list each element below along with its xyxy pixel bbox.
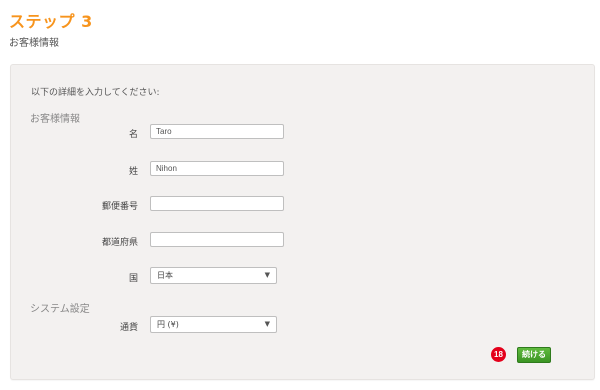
first-name-field[interactable] bbox=[150, 124, 284, 139]
system-settings-heading: システム設定 bbox=[30, 304, 90, 315]
country-selected-value: 日本 bbox=[157, 271, 173, 280]
last-name-field[interactable] bbox=[150, 161, 284, 176]
chevron-down-icon: ▼ bbox=[264, 271, 270, 279]
prefecture-field[interactable] bbox=[150, 232, 284, 247]
currency-label: 通貨 bbox=[119, 323, 138, 333]
currency-select[interactable]: 円 (¥) ▼ bbox=[150, 316, 277, 333]
page-subtitle: お客様情報 bbox=[9, 38, 59, 49]
last-name-label: 姓 bbox=[128, 167, 138, 177]
customer-form-panel: 以下の詳細を入力してください: お客様情報 名 姓 郵便番号 都道府県 国 日本… bbox=[10, 64, 595, 380]
postal-code-label: 郵便番号 bbox=[101, 202, 138, 212]
country-select[interactable]: 日本 ▼ bbox=[150, 267, 277, 284]
postal-code-field[interactable] bbox=[150, 196, 284, 211]
country-label: 国 bbox=[128, 274, 138, 284]
currency-selected-value: 円 (¥) bbox=[157, 320, 179, 329]
continue-button[interactable]: 続ける bbox=[517, 347, 551, 363]
step-marker-badge: 18 bbox=[491, 347, 506, 362]
page-title: ステップ 3 bbox=[9, 12, 93, 31]
customer-info-heading: お客様情報 bbox=[30, 114, 80, 125]
prefecture-label: 都道府県 bbox=[101, 238, 138, 248]
chevron-down-icon: ▼ bbox=[264, 320, 270, 328]
first-name-label: 名 bbox=[128, 130, 138, 140]
form-intro: 以下の詳細を入力してください: bbox=[31, 88, 160, 98]
